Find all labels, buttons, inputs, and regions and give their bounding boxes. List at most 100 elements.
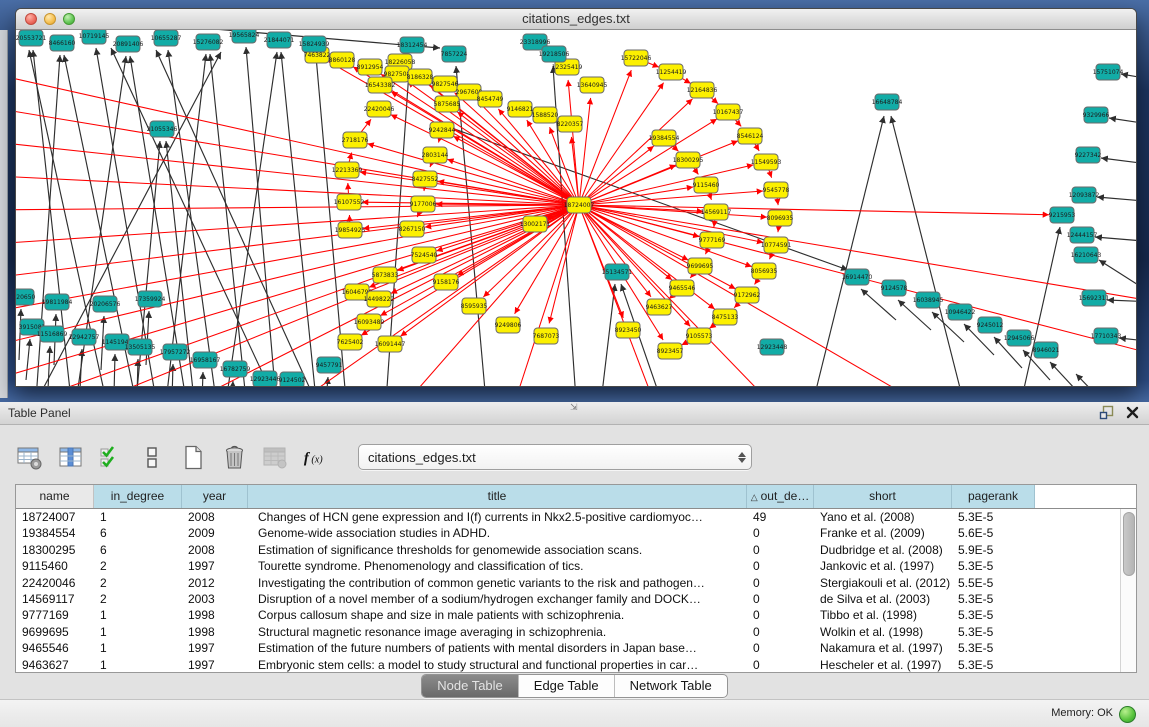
cell-pagerank[interactable]: 5.3E-5 xyxy=(952,624,1035,640)
network-node[interactable]: 11254419 xyxy=(656,64,687,80)
network-node[interactable]: 9172962 xyxy=(734,287,761,303)
cell-pagerank[interactable]: 5.3E-5 xyxy=(952,657,1035,673)
network-node[interactable]: 15722046 xyxy=(621,50,652,66)
network-node[interactable]: 12213369 xyxy=(332,162,363,178)
network-node[interactable]: 9457791 xyxy=(316,357,343,373)
cell-title[interactable]: Tourette syndrome. Phenomenology and cla… xyxy=(248,558,747,574)
cell-year[interactable]: 1997 xyxy=(182,558,248,574)
window-zoom-button[interactable] xyxy=(63,13,75,25)
cell-out_de[interactable]: 0 xyxy=(747,624,814,640)
row-height-button[interactable] xyxy=(137,442,167,472)
cell-short[interactable]: Nakamura et al. (1997) xyxy=(814,640,952,656)
cell-in_degree[interactable]: 1 xyxy=(94,624,182,640)
network-node[interactable]: 20206576 xyxy=(90,296,121,312)
network-node[interactable]: 19384554 xyxy=(649,130,680,146)
close-panel-icon[interactable] xyxy=(1126,406,1139,419)
cell-name[interactable]: 9777169 xyxy=(16,607,94,623)
table-row[interactable]: 1938455462009Genome-wide association stu… xyxy=(16,525,1136,541)
cell-title[interactable]: Genome-wide association studies in ADHD. xyxy=(248,525,747,541)
network-node[interactable]: 8546124 xyxy=(737,128,764,144)
table-row[interactable]: 969969511998Structural magnetic resonanc… xyxy=(16,624,1136,640)
network-node[interactable]: 8427552 xyxy=(412,171,439,187)
cell-out_de[interactable]: 0 xyxy=(747,657,814,673)
network-node[interactable]: 16914470 xyxy=(842,269,873,285)
network-node[interactable]: 8946021 xyxy=(1033,342,1060,358)
select-columns-button[interactable] xyxy=(96,442,126,472)
network-node[interactable]: 2718176 xyxy=(342,132,369,148)
cell-out_de[interactable]: 0 xyxy=(747,542,814,558)
cell-title[interactable]: Embryonic stem cells: a model to study s… xyxy=(248,657,747,673)
cell-name[interactable]: 9699695 xyxy=(16,624,94,640)
network-node[interactable]: 8454749 xyxy=(477,91,504,107)
create-column-button[interactable] xyxy=(178,442,208,472)
network-node[interactable]: 15824939 xyxy=(299,36,330,52)
network-node[interactable]: 9124578 xyxy=(881,280,908,296)
network-node[interactable]: 10655287 xyxy=(151,30,182,46)
cell-short[interactable]: Wolkin et al. (1998) xyxy=(814,624,952,640)
network-node[interactable]: 8466160 xyxy=(49,35,76,51)
cell-name[interactable]: 18300295 xyxy=(16,542,94,558)
network-node[interactable]: 9249806 xyxy=(495,317,522,333)
cell-name[interactable]: 9465546 xyxy=(16,640,94,656)
cell-in_degree[interactable]: 6 xyxy=(94,525,182,541)
table-options-button[interactable] xyxy=(14,442,44,472)
network-node[interactable]: 12923446 xyxy=(250,371,281,386)
network-node[interactable]: 8595935 xyxy=(461,298,488,314)
network-node[interactable]: 15692311 xyxy=(1079,290,1110,306)
cell-out_de[interactable]: 0 xyxy=(747,591,814,607)
cell-title[interactable]: Changes of HCN gene expression and I(f) … xyxy=(248,509,747,525)
network-node[interactable]: 16210643 xyxy=(1071,247,1102,263)
network-node[interactable]: 2620650 xyxy=(16,289,36,305)
network-node[interactable]: 9242844 xyxy=(429,122,456,138)
cell-in_degree[interactable]: 1 xyxy=(94,607,182,623)
network-node[interactable]: 7687073 xyxy=(533,328,560,344)
cell-pagerank[interactable]: 5.3E-5 xyxy=(952,607,1035,623)
cell-name[interactable]: 22420046 xyxy=(16,575,94,591)
cell-short[interactable]: Hescheler et al. (1997) xyxy=(814,657,952,673)
column-header-name[interactable]: name xyxy=(16,485,94,508)
cell-pagerank[interactable]: 5.3E-5 xyxy=(952,640,1035,656)
network-node[interactable]: 19218506 xyxy=(539,46,570,62)
cell-in_degree[interactable]: 2 xyxy=(94,575,182,591)
table-selector-dropdown[interactable]: citations_edges.txt xyxy=(358,444,752,470)
network-node[interactable]: 20553721 xyxy=(16,30,46,46)
network-node[interactable]: 7857224 xyxy=(441,46,468,62)
network-node[interactable]: 9465546 xyxy=(669,280,696,296)
cell-out_de[interactable]: 0 xyxy=(747,640,814,656)
network-node[interactable]: 13002171 xyxy=(520,216,551,232)
cell-out_de[interactable]: 0 xyxy=(747,607,814,623)
cell-in_degree[interactable]: 2 xyxy=(94,591,182,607)
cell-out_de[interactable]: 49 xyxy=(747,509,814,525)
cell-name[interactable]: 14569117 xyxy=(16,591,94,607)
network-node[interactable]: 13505135 xyxy=(125,339,156,355)
network-node[interactable]: 8923450 xyxy=(615,322,642,338)
tab-edge-table[interactable]: Edge Table xyxy=(518,675,614,697)
cell-title[interactable]: Disruption of a novel member of a sodium… xyxy=(248,591,747,607)
network-node[interactable]: 8267150 xyxy=(399,221,426,237)
cell-pagerank[interactable]: 5.3E-5 xyxy=(952,509,1035,525)
network-node[interactable]: 9215953 xyxy=(1049,207,1076,223)
cell-name[interactable]: 19384554 xyxy=(16,525,94,541)
network-node[interactable]: 10774591 xyxy=(761,237,792,253)
cell-title[interactable]: Estimation of significance thresholds fo… xyxy=(248,542,747,558)
vertical-scrollbar[interactable] xyxy=(1120,509,1136,672)
network-node[interactable]: 16093489 xyxy=(354,314,385,330)
network-node[interactable]: 16958167 xyxy=(190,352,221,368)
network-node[interactable]: 15134571 xyxy=(602,264,633,280)
network-node[interactable]: 13640945 xyxy=(577,77,608,93)
network-node[interactable]: 10719145 xyxy=(79,30,110,44)
table-row[interactable]: 946362711997Embryonic stem cells: a mode… xyxy=(16,657,1136,673)
table-row[interactable]: 2242004622012Investigating the contribut… xyxy=(16,575,1136,591)
network-node[interactable]: 19565824 xyxy=(229,30,260,43)
cell-in_degree[interactable]: 1 xyxy=(94,640,182,656)
network-node[interactable]: 8860128 xyxy=(329,52,356,68)
network-node[interactable]: 19811984 xyxy=(42,294,73,310)
network-node[interactable]: 16107552 xyxy=(334,194,365,210)
network-node[interactable]: 8186328 xyxy=(407,69,434,85)
network-node[interactable]: 9227342 xyxy=(1075,147,1102,163)
network-node[interactable]: 5873833 xyxy=(372,267,399,283)
cell-short[interactable]: Jankovic et al. (1997) xyxy=(814,558,952,574)
show-columns-button[interactable] xyxy=(55,442,85,472)
network-node[interactable]: 9777169 xyxy=(699,232,726,248)
network-node[interactable]: 10946422 xyxy=(945,304,976,320)
